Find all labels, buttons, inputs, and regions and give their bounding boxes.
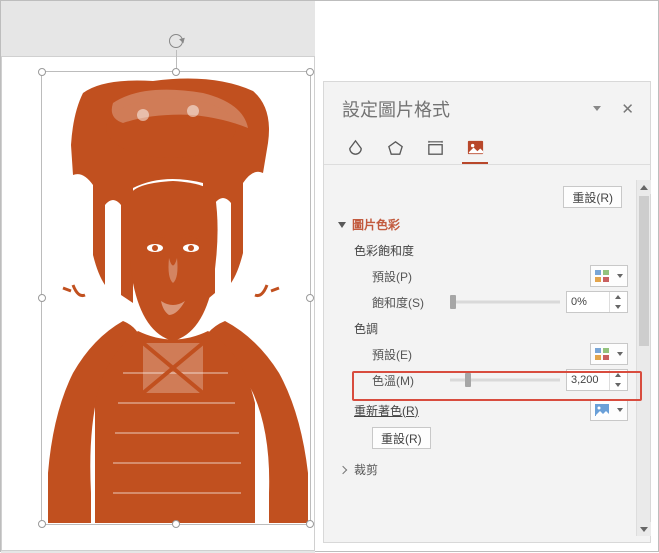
temperature-slider[interactable] — [450, 373, 560, 387]
spinner-down-icon[interactable] — [610, 302, 625, 312]
tab-effects-icon[interactable] — [382, 136, 408, 164]
resize-handle-se[interactable] — [306, 520, 314, 528]
resize-handle-nw[interactable] — [38, 68, 46, 76]
reset-color-button[interactable]: 重設(R) — [372, 427, 431, 449]
resize-handle-sw[interactable] — [38, 520, 46, 528]
temperature-spinner[interactable] — [566, 369, 628, 391]
section-label: 圖片色彩 — [352, 216, 400, 233]
reset-top-button[interactable]: 重設(R) — [563, 186, 622, 208]
panel-close-icon[interactable]: ✕ — [621, 100, 634, 118]
chevron-down-icon — [617, 408, 623, 412]
saturation-heading: 色彩飽和度 — [354, 242, 414, 259]
slide-canvas — [1, 1, 315, 553]
temperature-label: 色溫(M) — [372, 372, 444, 389]
chevron-right-icon — [339, 465, 347, 473]
tab-picture-icon[interactable] — [462, 136, 488, 164]
scroll-up-icon[interactable] — [637, 180, 651, 194]
panel-menu-icon[interactable] — [593, 106, 603, 112]
tone-preset-label: 預設(E) — [372, 346, 444, 363]
tab-size-icon[interactable] — [422, 136, 448, 164]
resize-handle-w[interactable] — [38, 294, 46, 302]
reset-top-label: 重設(R) — [572, 189, 613, 206]
saturation-input[interactable] — [567, 296, 609, 308]
preset-gallery-icon — [593, 268, 611, 284]
saturation-label: 飽和度(S) — [372, 294, 444, 311]
chevron-down-icon — [617, 274, 623, 278]
spinner-up-icon[interactable] — [610, 292, 625, 302]
panel-scrollbar[interactable] — [636, 180, 650, 536]
preset-gallery-icon — [593, 346, 611, 362]
resize-handle-e[interactable] — [306, 294, 314, 302]
spinner-down-icon[interactable] — [610, 380, 625, 390]
chevron-down-icon — [338, 222, 346, 228]
resize-handle-ne[interactable] — [306, 68, 314, 76]
panel-tabs — [324, 132, 650, 165]
scroll-down-icon[interactable] — [637, 522, 651, 536]
scroll-thumb[interactable] — [639, 196, 649, 346]
resize-handle-n[interactable] — [172, 68, 180, 76]
section-crop[interactable]: 裁剪 — [332, 451, 628, 482]
saturation-spinner[interactable] — [566, 291, 628, 313]
chevron-down-icon — [617, 352, 623, 356]
section-label: 裁剪 — [354, 461, 378, 478]
rotation-handle[interactable] — [169, 34, 183, 48]
tone-preset-dropdown[interactable] — [590, 343, 628, 365]
rotation-connector — [176, 50, 177, 70]
resize-handle-s[interactable] — [172, 520, 180, 528]
recolor-dropdown[interactable] — [590, 399, 628, 421]
tone-heading: 色調 — [354, 320, 378, 337]
spinner-up-icon[interactable] — [610, 370, 625, 380]
temperature-input[interactable] — [567, 374, 609, 386]
recolor-label: 重新著色(R) — [354, 402, 419, 419]
saturation-slider[interactable] — [450, 295, 560, 309]
saturation-preset-label: 預設(P) — [372, 268, 444, 285]
tab-fill-icon[interactable] — [342, 136, 368, 164]
selection-box — [41, 71, 311, 525]
picture-icon — [593, 402, 611, 418]
panel-title: 設定圖片格式 — [342, 96, 593, 122]
saturation-preset-dropdown[interactable] — [590, 265, 628, 287]
format-picture-panel: 設定圖片格式 ✕ 重設(R) 圖片色彩 色彩飽和度 預設(P) 飽和度(S) — [323, 81, 651, 543]
panel-body: 重設(R) 圖片色彩 色彩飽和度 預設(P) 飽和度(S) 色調 預設(E — [324, 180, 636, 536]
reset-color-label: 重設(R) — [381, 430, 422, 447]
section-picture-color[interactable]: 圖片色彩 — [332, 210, 628, 237]
